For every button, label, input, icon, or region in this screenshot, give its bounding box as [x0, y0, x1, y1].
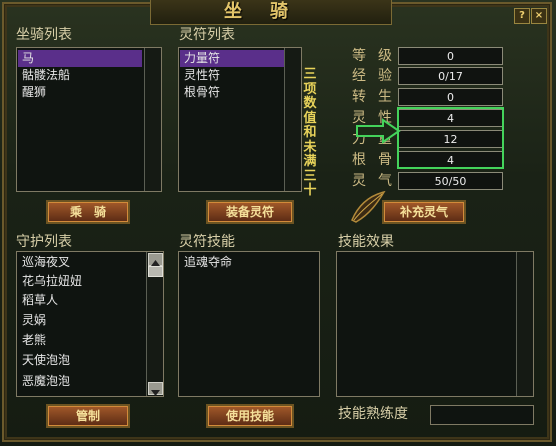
- stat-label-exp: 经验: [352, 68, 404, 84]
- mount-list: 马 骷髅法船 醒狮: [16, 47, 162, 192]
- stat-value-spirit-energy: 50/50: [398, 172, 503, 190]
- use-skill-button[interactable]: 使用技能: [206, 404, 294, 428]
- stat-value-exp: 0/17: [398, 67, 503, 85]
- stat-value-level: 0: [398, 47, 503, 65]
- guard-list-scrollbar[interactable]: [146, 252, 163, 396]
- arrow-right-icon: [356, 118, 401, 144]
- guard-list: 巡海夜叉 花乌拉妞妞 稻草人 灵娲 老熊 天使泡泡 恶魔泡泡: [16, 251, 164, 397]
- mount-window: 坐骑 ? × 坐骑列表 马 骷髅法船 醒狮 乘 骑 灵符列表 力量符 灵性符 根…: [0, 0, 556, 446]
- mount-item[interactable]: 马: [18, 50, 142, 67]
- talisman-skill-list: 追魂夺命: [178, 251, 320, 397]
- guard-item[interactable]: 巡海夜叉: [18, 254, 144, 271]
- guard-item[interactable]: 恶魔泡泡: [18, 373, 144, 390]
- talisman-list-scrollbar[interactable]: [284, 48, 301, 191]
- refill-spirit-button[interactable]: 补充灵气: [382, 200, 466, 224]
- guard-item[interactable]: 老熊: [18, 332, 144, 349]
- mount-list-scrollbar[interactable]: [144, 48, 161, 191]
- stat-label-level: 等级: [352, 48, 404, 64]
- close-button[interactable]: ×: [531, 8, 547, 24]
- skill-effect-title: 技能效果: [338, 234, 394, 250]
- help-button[interactable]: ?: [514, 8, 530, 24]
- ride-button[interactable]: 乘 骑: [46, 200, 130, 224]
- guard-item[interactable]: 花乌拉妞妞: [18, 273, 144, 290]
- guard-item[interactable]: 天使泡泡: [18, 352, 144, 369]
- scroll-up-button[interactable]: [148, 253, 163, 266]
- stat-value-rebirth: 0: [398, 88, 503, 106]
- guard-item[interactable]: 稻草人: [18, 292, 144, 309]
- guard-list-title: 守护列表: [16, 234, 72, 250]
- talisman-item[interactable]: 根骨符: [180, 84, 284, 101]
- skill-item[interactable]: 追魂夺命: [180, 254, 318, 271]
- guard-item[interactable]: 灵娲: [18, 312, 144, 329]
- equip-talisman-button[interactable]: 装备灵符: [206, 200, 294, 224]
- scroll-down-button[interactable]: [148, 382, 163, 396]
- skill-proficiency-label: 技能熟练度: [338, 406, 408, 422]
- mount-list-title: 坐骑列表: [16, 27, 72, 43]
- skill-proficiency-value: [430, 405, 534, 425]
- skill-effect-panel: [336, 251, 534, 397]
- window-title: 坐骑: [224, 1, 316, 22]
- stat-label-rebirth: 转生: [352, 89, 404, 105]
- highlight-box: [397, 107, 504, 169]
- scroll-thumb[interactable]: [148, 266, 163, 277]
- mount-item[interactable]: 骷髅法船: [18, 67, 142, 84]
- talisman-list-title: 灵符列表: [179, 27, 235, 43]
- mount-item[interactable]: 醒狮: [18, 84, 142, 101]
- manage-button[interactable]: 管制: [46, 404, 130, 428]
- talisman-list: 力量符 灵性符 根骨符: [178, 47, 302, 192]
- scroll-down-icon: [151, 390, 160, 396]
- skill-effect-scrollbar[interactable]: [516, 252, 533, 396]
- talisman-item[interactable]: 力量符: [180, 50, 284, 67]
- talisman-skill-title: 灵符技能: [179, 234, 235, 250]
- talisman-item[interactable]: 灵性符: [180, 67, 284, 84]
- talisman-note: 三项数值和未满三十: [303, 67, 317, 198]
